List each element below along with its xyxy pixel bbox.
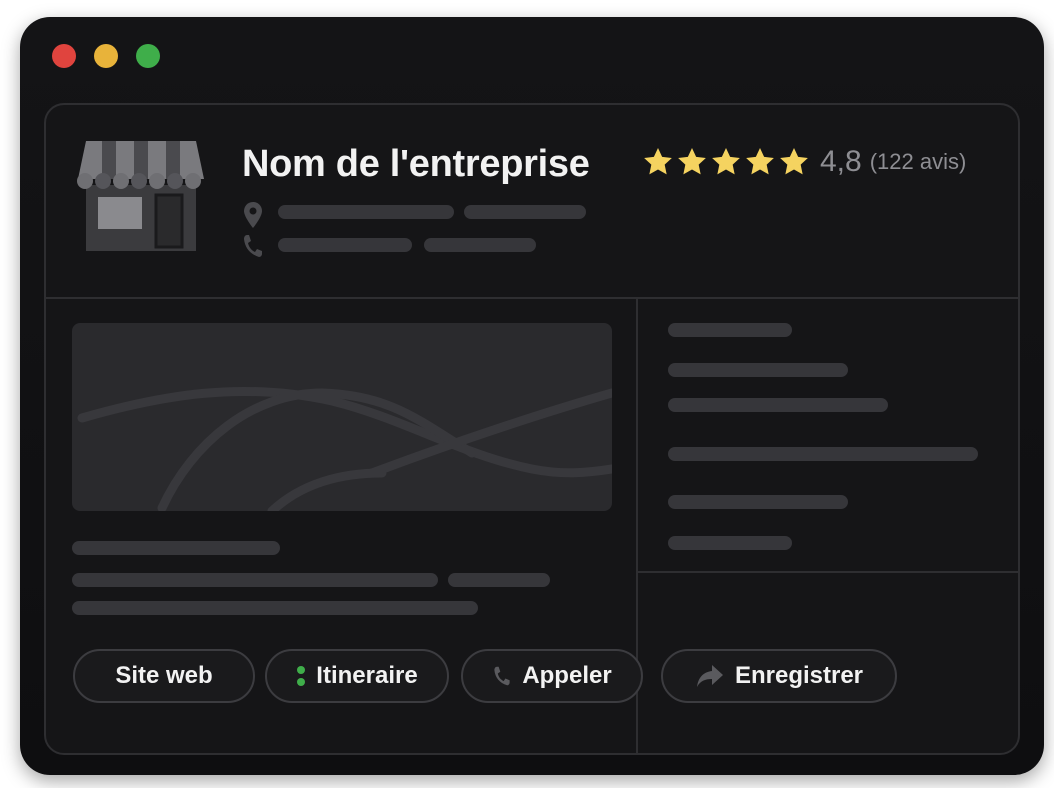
hours-placeholder — [668, 398, 888, 412]
call-button-label: Appeler — [522, 662, 612, 689]
rating-stars — [642, 146, 810, 178]
pin-icon — [244, 202, 262, 228]
save-button[interactable]: Enregistrer — [661, 649, 897, 703]
map-roads — [77, 386, 612, 511]
storefront-icon — [77, 141, 204, 251]
star-icon — [780, 148, 808, 175]
star-icon — [644, 148, 672, 175]
rating-summary: 4,8 (122 avis) — [642, 145, 966, 179]
star-icon — [712, 148, 740, 175]
call-button[interactable]: Appeler — [461, 649, 643, 703]
description-placeholder — [448, 573, 550, 587]
directions-button-label: Itineraire — [316, 662, 418, 689]
rating-value: 4,8 — [820, 145, 862, 178]
directions-button[interactable]: Itineraire — [265, 649, 449, 703]
star-icon — [746, 148, 774, 175]
hours-placeholder — [668, 536, 792, 550]
header-divider — [46, 297, 1018, 299]
close-window-button[interactable] — [52, 44, 76, 68]
description-placeholder — [72, 541, 280, 555]
hours-placeholder — [668, 323, 792, 337]
map-preview[interactable] — [72, 323, 612, 511]
sidebar-divider — [638, 571, 1018, 573]
hours-placeholder — [668, 363, 848, 377]
website-button-label: Site web — [115, 662, 213, 689]
phone-icon — [494, 666, 510, 686]
route-dots-icon — [297, 666, 306, 686]
phone-icon — [244, 235, 262, 257]
business-name: Nom de l'entreprise — [242, 143, 590, 185]
hours-placeholder — [668, 447, 978, 461]
review-count[interactable]: (122 avis) — [870, 149, 967, 175]
hours-placeholder — [668, 495, 848, 509]
phone-placeholder — [424, 238, 536, 252]
address-placeholder — [278, 205, 454, 219]
address-placeholder — [464, 205, 586, 219]
minimize-window-button[interactable] — [94, 44, 118, 68]
phone-placeholder — [278, 238, 412, 252]
maximize-window-button[interactable] — [136, 44, 160, 68]
star-icon — [678, 148, 706, 175]
description-placeholder — [72, 573, 438, 587]
business-profile-card: Nom de l'entreprise 4,8 (122 avis) Site … — [44, 103, 1020, 755]
share-arrow-icon — [696, 665, 723, 687]
description-placeholder — [72, 601, 478, 615]
save-button-label: Enregistrer — [734, 662, 864, 689]
app-window: Nom de l'entreprise 4,8 (122 avis) Site … — [20, 17, 1044, 775]
website-button[interactable]: Site web — [73, 649, 255, 703]
